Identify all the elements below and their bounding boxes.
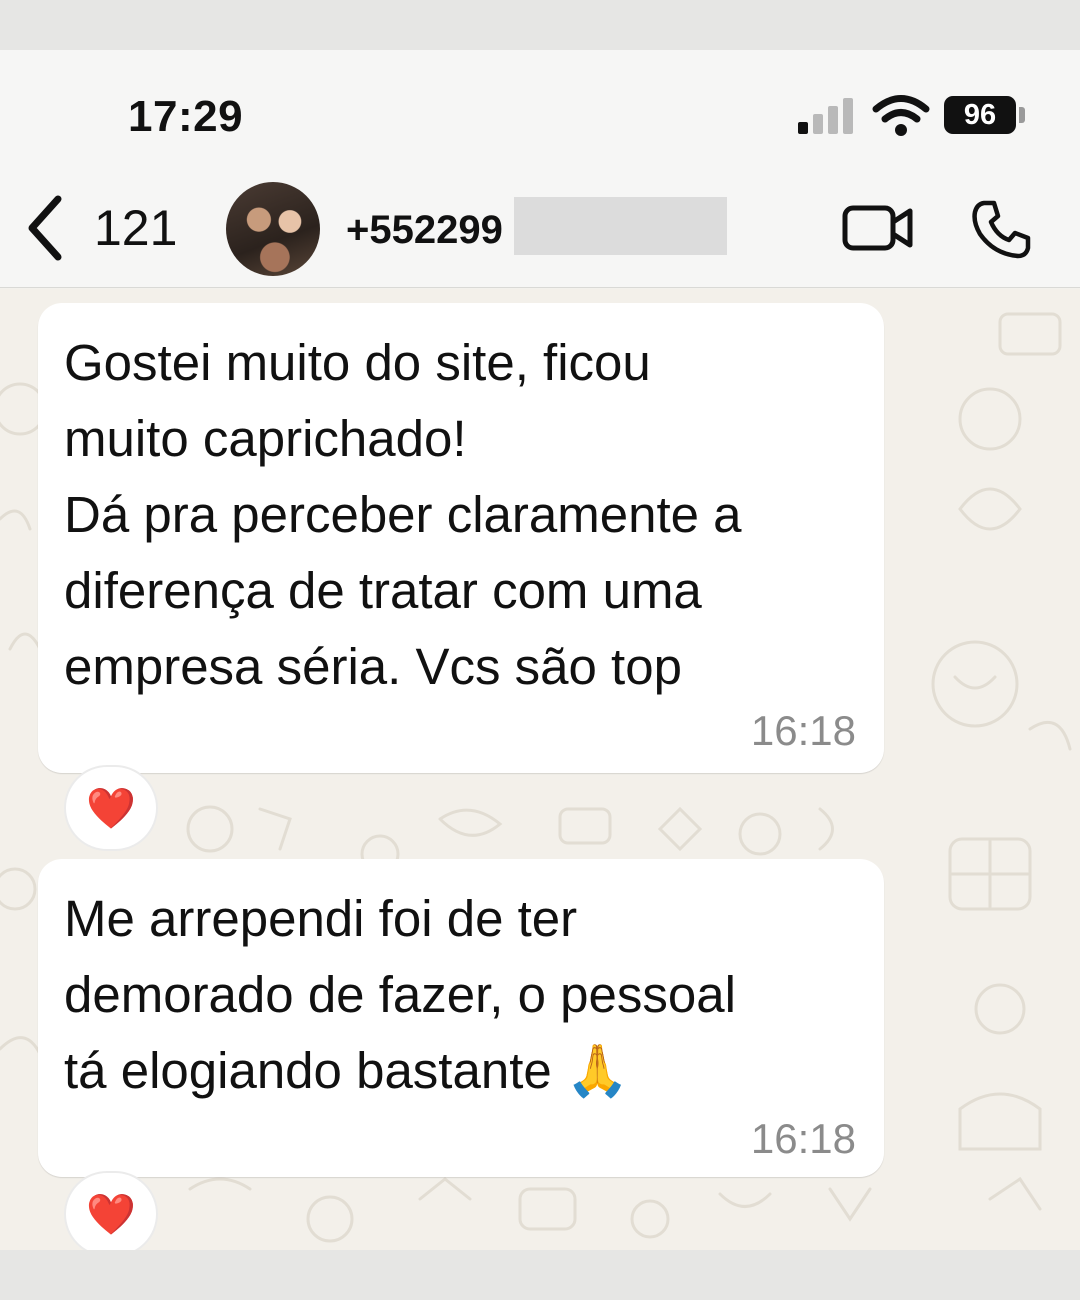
chat-area[interactable]: Gostei muito do site, ficou muito capric…	[0, 289, 1080, 1250]
status-time: 17:29	[128, 92, 244, 141]
message-bubble[interactable]: Gostei muito do site, ficou muito capric…	[38, 303, 884, 773]
redaction-box	[514, 197, 727, 255]
heart-reaction[interactable]: ❤️	[64, 765, 158, 851]
message-time: 16:18	[750, 1115, 856, 1162]
message-text: Gostei muito do site, ficou muito capric…	[64, 334, 742, 695]
message-bubble[interactable]: Me arrependi foi de ter demorado de faze…	[38, 859, 884, 1177]
battery-icon: 96	[944, 96, 1016, 134]
back-chevron-icon	[28, 195, 62, 261]
back-button[interactable]: 121	[22, 188, 177, 268]
battery-tip	[1019, 107, 1025, 123]
wifi-icon	[872, 95, 930, 136]
phone-icon[interactable]	[970, 198, 1032, 260]
contact-name[interactable]: +552299	[346, 208, 503, 253]
message-time: 16:18	[750, 707, 856, 754]
phone-screen: 17:29 96 121 +552299 Gostei muito do sit…	[0, 50, 1080, 1250]
screenshot-frame-top	[0, 0, 1080, 50]
signal-icon	[798, 96, 858, 134]
heart-reaction[interactable]: ❤️	[64, 1171, 158, 1250]
screenshot-frame-bottom	[0, 1250, 1080, 1300]
message-text: Me arrependi foi de ter demorado de faze…	[64, 890, 736, 1099]
unread-count: 121	[94, 200, 178, 256]
top-bar: 17:29 96 121 +552299	[0, 50, 1080, 288]
video-camera-icon[interactable]	[842, 202, 914, 254]
avatar[interactable]	[226, 182, 320, 276]
